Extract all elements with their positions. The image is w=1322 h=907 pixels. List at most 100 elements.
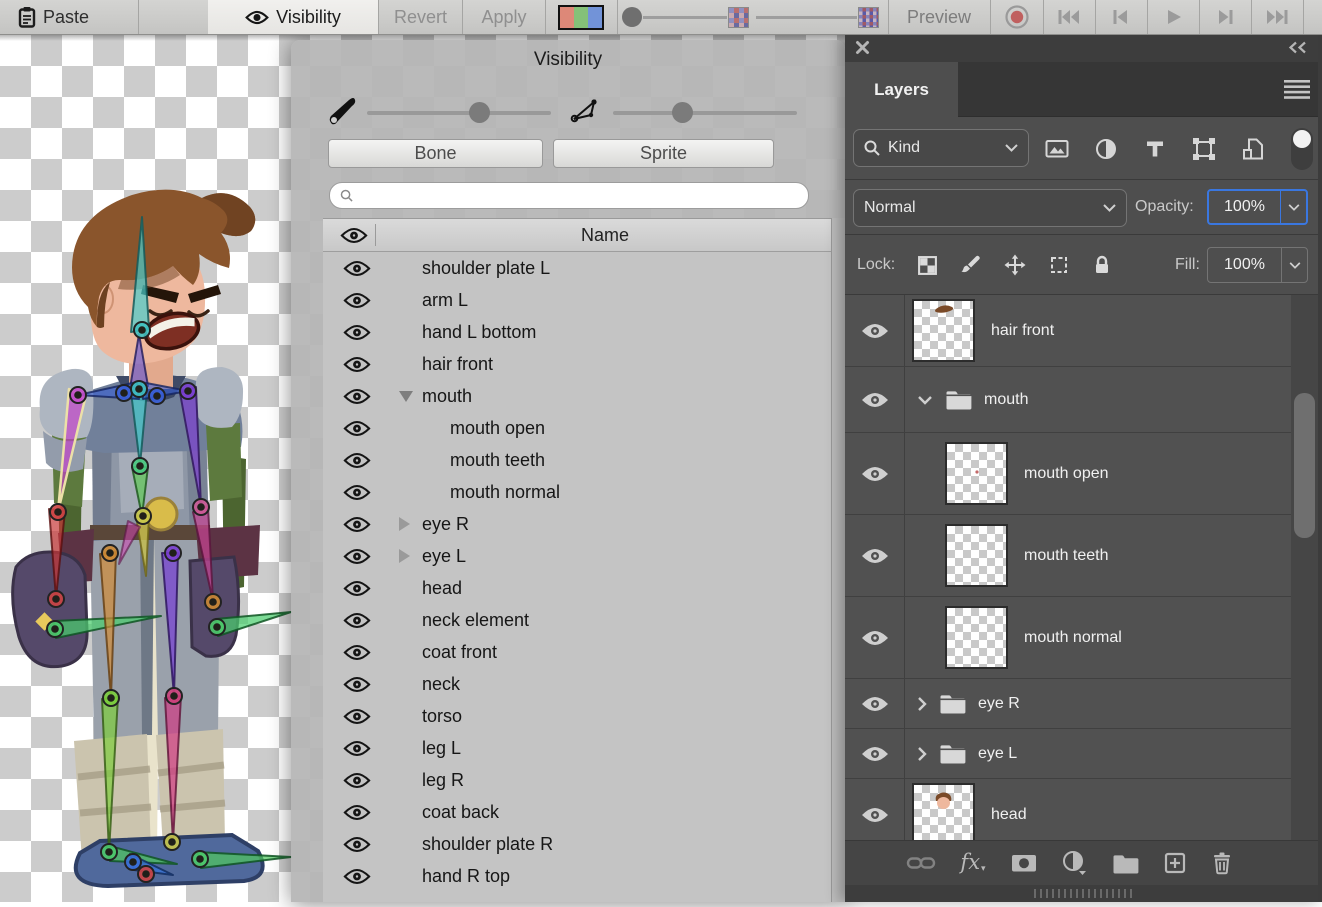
play-button[interactable] (1147, 0, 1199, 34)
layer-visible-icon[interactable] (860, 628, 890, 648)
smart-object-filter-icon[interactable] (1241, 137, 1265, 161)
eye-all-icon[interactable] (340, 227, 368, 244)
character-artwork[interactable] (0, 35, 300, 902)
layer-row[interactable]: eye L (845, 729, 1291, 779)
filtering-toggle[interactable] (1291, 128, 1313, 170)
eye-visible-icon[interactable] (343, 260, 371, 277)
layer-thumbnail[interactable] (945, 606, 1008, 669)
eye-visible-icon[interactable] (343, 420, 371, 437)
preview-button[interactable]: Preview (889, 0, 989, 34)
fill-field[interactable]: 100% (1207, 247, 1308, 283)
bone-row[interactable]: hand R top (323, 860, 831, 892)
tab-sprite[interactable]: Sprite (553, 139, 774, 168)
layer-visible-icon[interactable] (860, 321, 890, 341)
bone-row[interactable]: eye R (323, 508, 831, 540)
delete-icon[interactable] (1211, 851, 1233, 875)
tint-slider-track-2[interactable] (756, 16, 857, 19)
record-button[interactable] (990, 0, 1043, 34)
layer-thumbnail[interactable] (945, 442, 1008, 505)
bone-opacity-track[interactable] (367, 111, 551, 115)
tint-stop-swatch-2[interactable] (858, 7, 879, 28)
shape-filter-icon[interactable] (1192, 137, 1216, 161)
tab-bone[interactable]: Bone (328, 139, 543, 168)
lock-artboard-icon[interactable] (1048, 254, 1070, 276)
opacity-value[interactable]: 100% (1209, 198, 1280, 216)
new-group-icon[interactable] (1112, 853, 1139, 874)
sprite-opacity-track[interactable] (613, 111, 797, 115)
fx-icon[interactable]: fx▾ (960, 852, 985, 874)
eye-visible-icon[interactable] (343, 356, 371, 373)
eye-visible-icon[interactable] (343, 708, 371, 725)
bone-row[interactable]: arm L (323, 284, 831, 316)
tab-layers[interactable]: Layers (845, 62, 958, 117)
eye-visible-icon[interactable] (343, 836, 371, 853)
bone-row[interactable]: mouth open (323, 412, 831, 444)
eye-visible-icon[interactable] (343, 388, 371, 405)
layer-thumbnail[interactable] (912, 783, 975, 840)
opacity-field[interactable]: 100% (1207, 189, 1308, 225)
bone-row[interactable]: neck (323, 668, 831, 700)
revert-button[interactable]: Revert (379, 0, 462, 34)
panel-resize-handle[interactable] (845, 885, 1322, 902)
eye-visible-icon[interactable] (343, 548, 371, 565)
collapse-panel-icon[interactable] (1288, 41, 1308, 54)
layer-visible-icon[interactable] (860, 694, 890, 714)
visibility-mode-button[interactable]: Visibility (208, 0, 378, 34)
eye-visible-icon[interactable] (343, 580, 371, 597)
chevron-down-icon[interactable] (1280, 191, 1306, 223)
go-to-start-button[interactable] (1043, 0, 1095, 34)
eye-visible-icon[interactable] (343, 772, 371, 789)
layer-visible-icon[interactable] (860, 805, 890, 825)
eye-visible-icon[interactable] (343, 740, 371, 757)
eye-visible-icon[interactable] (343, 644, 371, 661)
layer-mask-icon[interactable] (1010, 852, 1038, 874)
eye-visible-icon[interactable] (343, 292, 371, 309)
bone-row[interactable]: shoulder plate L (323, 252, 831, 284)
panel-menu-icon[interactable] (1284, 80, 1310, 99)
bone-row[interactable]: leg R (323, 764, 831, 796)
lock-move-icon[interactable] (1004, 254, 1026, 276)
bone-row[interactable]: mouth normal (323, 476, 831, 508)
kind-filter-dropdown[interactable]: Kind (853, 129, 1029, 167)
eye-visible-icon[interactable] (343, 612, 371, 629)
layer-row[interactable]: mouth open (845, 433, 1291, 515)
tint-slider-knob[interactable] (622, 7, 642, 27)
bone-row[interactable]: leg L (323, 732, 831, 764)
bone-row[interactable]: shoulder plate R (323, 828, 831, 860)
expander-closed-icon[interactable] (399, 517, 415, 531)
layer-row[interactable]: hair front (845, 295, 1291, 367)
layer-row[interactable]: mouth normal (845, 597, 1291, 679)
layer-visible-icon[interactable] (860, 744, 890, 764)
eye-visible-icon[interactable] (343, 324, 371, 341)
fill-value[interactable]: 100% (1208, 256, 1281, 274)
color-swatch-button[interactable] (545, 0, 617, 34)
type-filter-icon[interactable] (1143, 137, 1167, 161)
eye-visible-icon[interactable] (343, 868, 371, 885)
sprite-opacity-knob[interactable] (672, 102, 693, 123)
paste-button[interactable]: Paste (18, 0, 130, 34)
expander-closed-icon[interactable] (399, 549, 415, 563)
blend-mode-dropdown[interactable]: Normal (853, 189, 1127, 227)
lock-paint-icon[interactable] (960, 254, 982, 276)
layer-row[interactable]: mouth (845, 367, 1291, 433)
layer-row[interactable]: mouth teeth (845, 515, 1291, 597)
eye-visible-icon[interactable] (343, 484, 371, 501)
previous-frame-button[interactable] (1095, 0, 1147, 34)
layer-row[interactable]: eye R (845, 679, 1291, 729)
visibility-scrollbar[interactable] (831, 218, 845, 902)
layer-thumbnail[interactable] (912, 299, 975, 362)
eye-visible-icon[interactable] (343, 676, 371, 693)
bone-row[interactable]: mouth teeth (323, 444, 831, 476)
expander-open-icon[interactable] (399, 391, 415, 402)
bone-row[interactable]: eye L (323, 540, 831, 572)
eye-visible-icon[interactable] (343, 516, 371, 533)
group-expanded-chevron-icon[interactable] (917, 395, 933, 405)
bone-row[interactable]: coat back (323, 796, 831, 828)
bone-row[interactable]: hair front (323, 348, 831, 380)
go-to-end-button[interactable] (1251, 0, 1303, 34)
image-filter-icon[interactable] (1045, 137, 1069, 161)
bone-row[interactable]: head (323, 572, 831, 604)
tint-slider-track[interactable] (643, 16, 727, 19)
layer-thumbnail[interactable] (945, 524, 1008, 587)
bone-row[interactable]: hand L bottom (323, 316, 831, 348)
